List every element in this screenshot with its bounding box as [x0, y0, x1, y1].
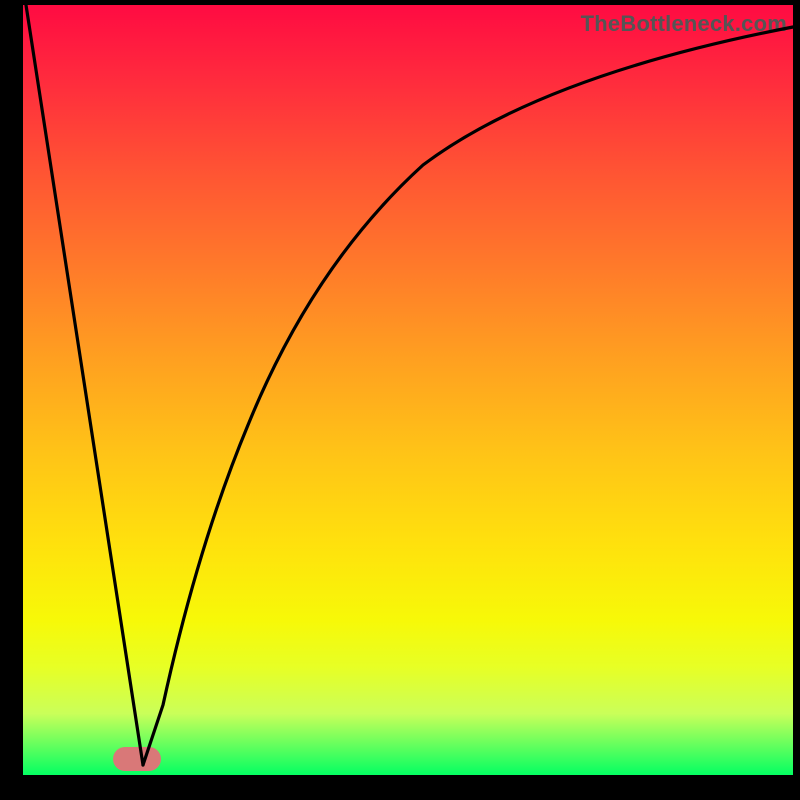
- curve-svg: [23, 5, 793, 775]
- curve-right: [143, 27, 793, 765]
- curve-left: [26, 5, 143, 765]
- plot-area: TheBottleneck.com: [23, 5, 793, 775]
- chart-root: TheBottleneck.com: [0, 0, 800, 800]
